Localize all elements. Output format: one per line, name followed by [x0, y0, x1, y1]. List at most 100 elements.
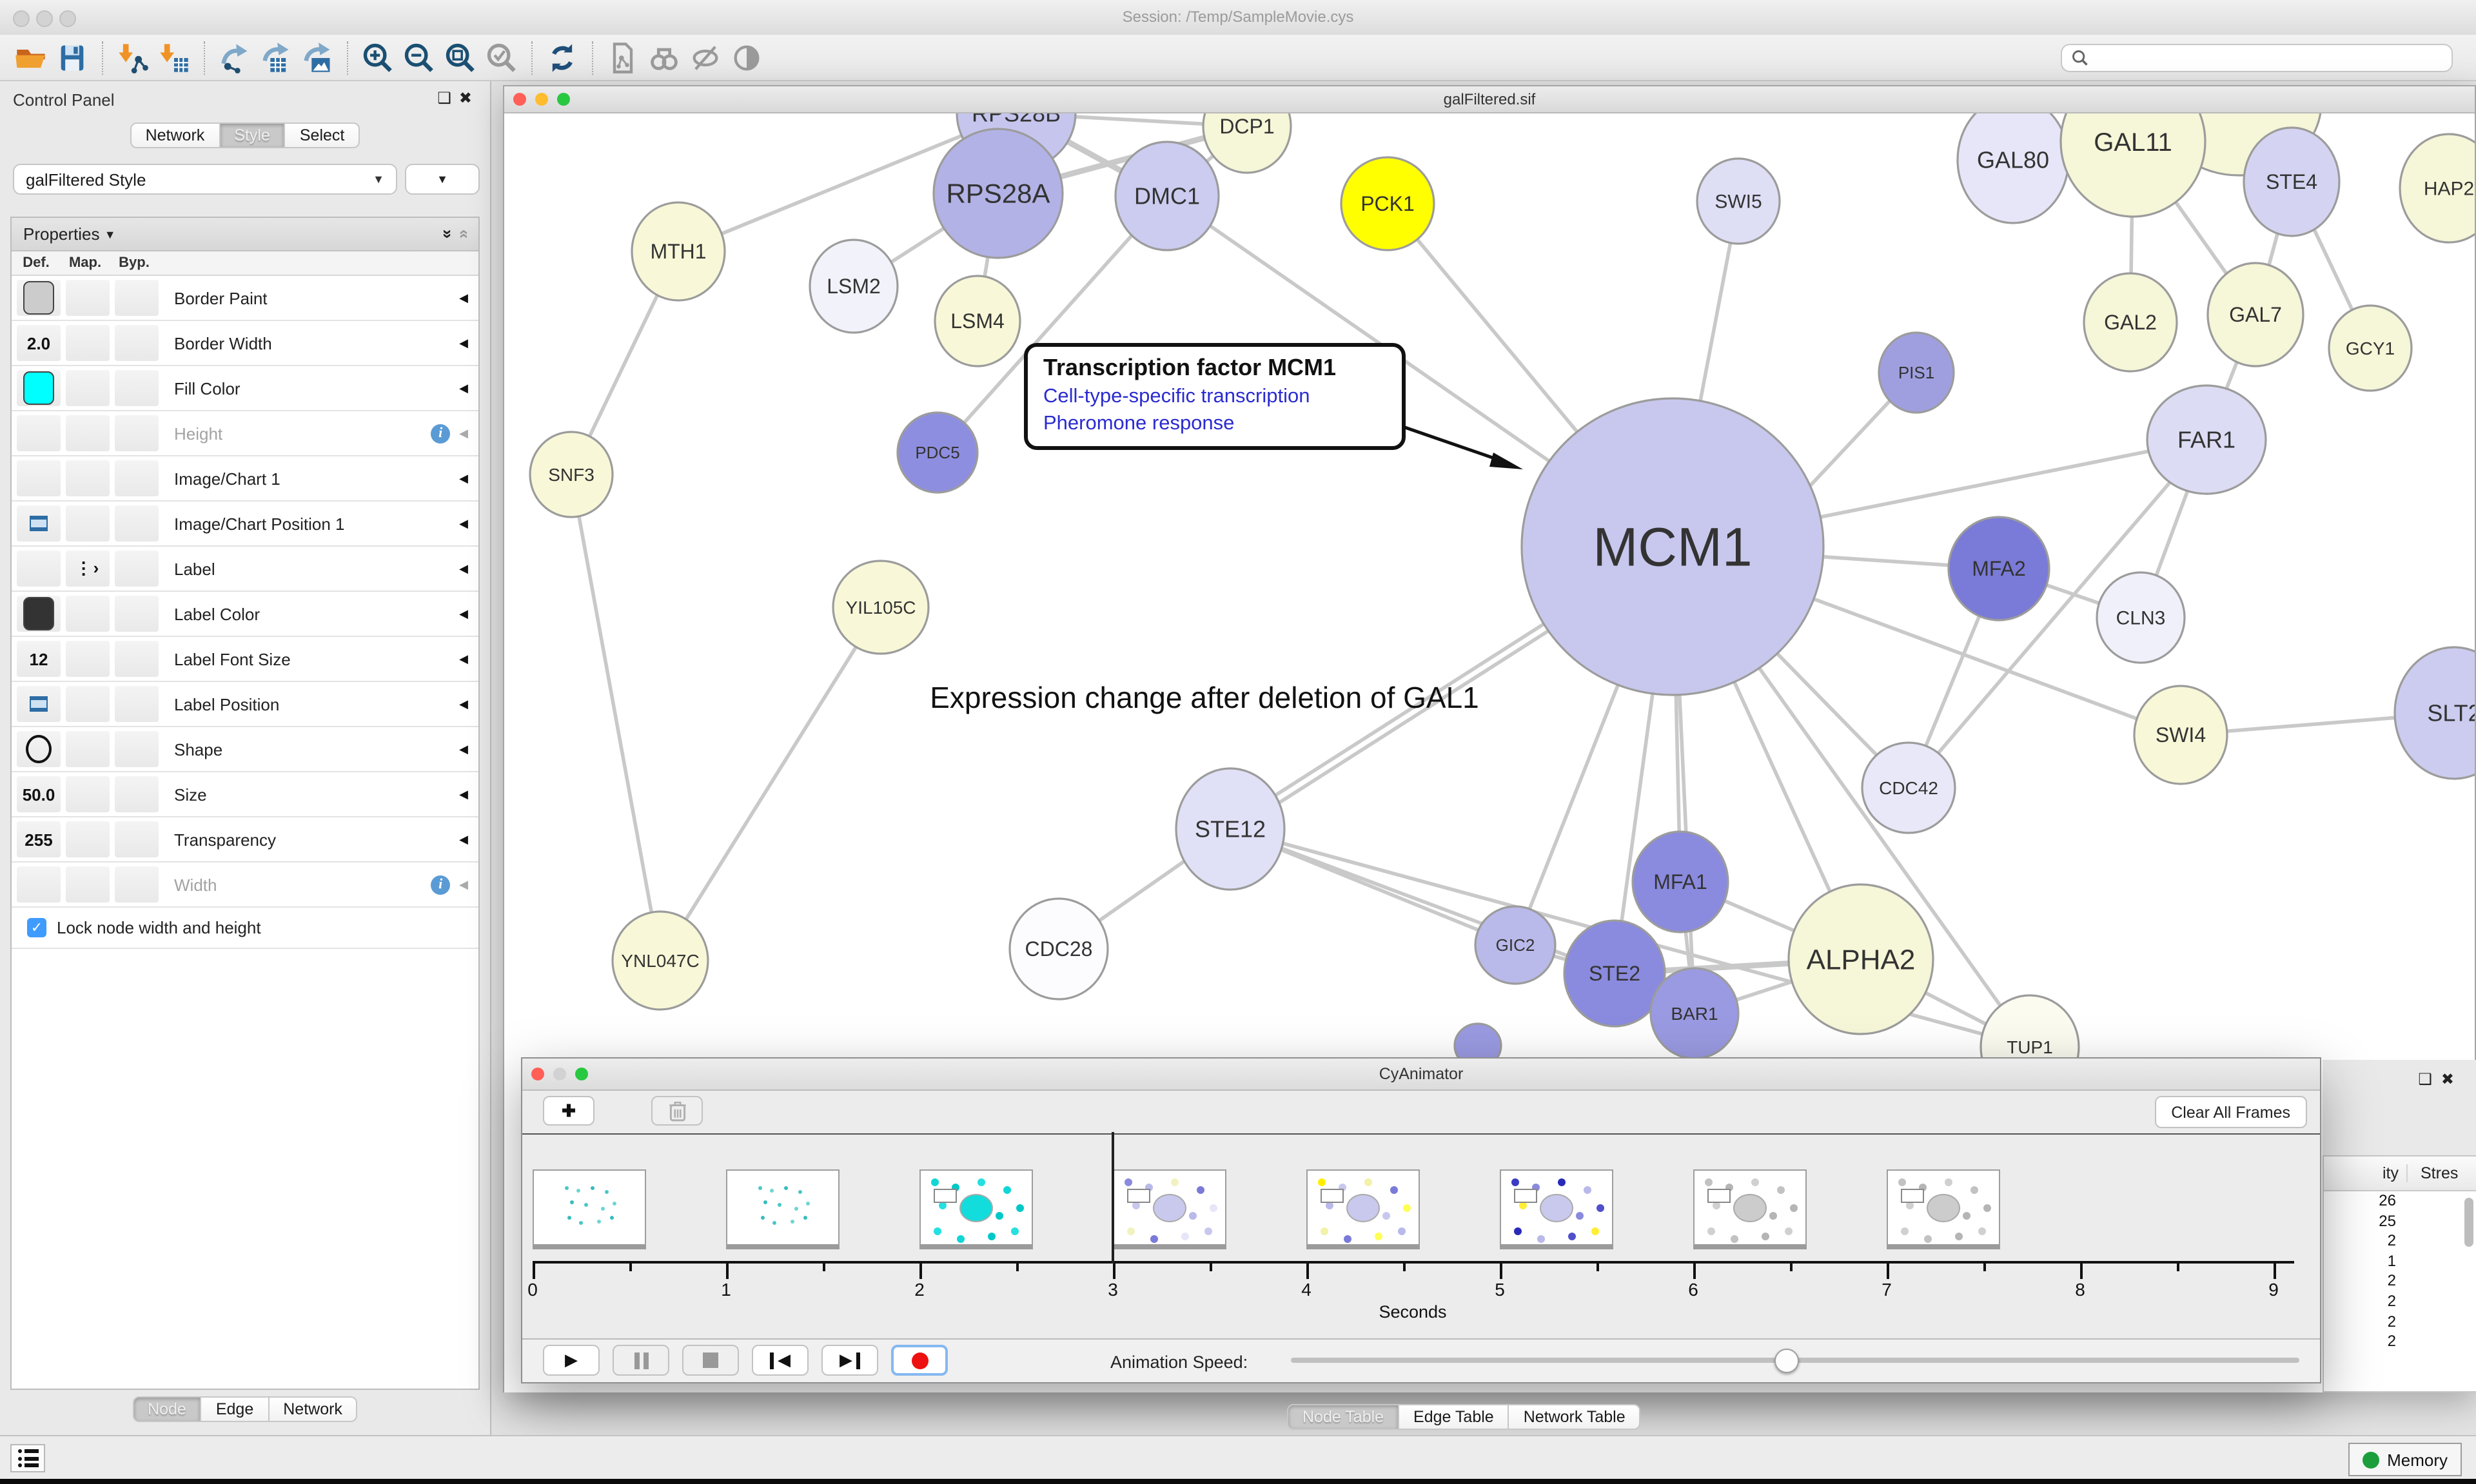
network-node-alpha2[interactable]: ALPHA2 — [1789, 884, 1933, 1034]
expand-row-icon[interactable] — [459, 697, 468, 711]
skip-to-end-button[interactable]: ▶ — [821, 1345, 878, 1376]
property-row-border-width[interactable]: 2.0Border Width — [12, 321, 478, 366]
skip-to-start-button[interactable]: ▶ — [752, 1345, 809, 1376]
property-cell[interactable] — [66, 460, 110, 496]
style-selector[interactable]: galFiltered Style ▼ — [13, 164, 397, 195]
property-row-label-color[interactable]: Label Color — [12, 592, 478, 637]
style-options-button[interactable]: ▼ — [405, 164, 480, 195]
timeline[interactable]: 0123456789Seconds — [522, 1135, 2320, 1341]
property-cell[interactable] — [115, 866, 159, 903]
refresh-icon[interactable] — [542, 38, 583, 77]
property-cell[interactable] — [66, 821, 110, 857]
expand-row-icon[interactable] — [459, 607, 468, 621]
property-cell[interactable] — [66, 776, 110, 812]
property-cell[interactable]: 2.0 — [17, 325, 61, 361]
property-row-image-chart-1[interactable]: Image/Chart 1 — [12, 456, 478, 502]
cyanimator-titlebar[interactable]: CyAnimator — [522, 1059, 2320, 1091]
network-node-yil105c[interactable]: YIL105C — [833, 561, 928, 654]
zoom-selected-icon[interactable] — [481, 38, 522, 77]
tab-style[interactable]: Style — [220, 122, 286, 148]
property-cell[interactable] — [115, 731, 159, 767]
timeline-playhead[interactable] — [1112, 1132, 1114, 1264]
annotation-link[interactable]: Pheromone response — [1043, 413, 1389, 436]
property-cell[interactable] — [66, 505, 110, 542]
open-session-icon[interactable] — [10, 38, 52, 77]
network-node-cln3[interactable]: CLN3 — [2097, 572, 2185, 663]
export-network-icon[interactable] — [214, 38, 255, 77]
network-node-mth1[interactable]: MTH1 — [632, 202, 725, 300]
expand-row-icon[interactable] — [459, 471, 468, 485]
property-cell[interactable] — [66, 325, 110, 361]
network-node-gal2[interactable]: GAL2 — [2084, 273, 2177, 371]
info-icon[interactable] — [431, 424, 450, 443]
animation-speed-slider[interactable] — [1291, 1358, 2299, 1363]
expand-row-icon[interactable] — [459, 742, 468, 756]
network-node-bar1[interactable]: BAR1 — [1651, 968, 1738, 1059]
zoom-out-icon[interactable] — [398, 38, 440, 77]
tab-network[interactable]: Network — [269, 1396, 358, 1422]
property-cell[interactable] — [66, 415, 110, 451]
property-cell[interactable] — [66, 866, 110, 903]
network-node-mcm1[interactable]: MCM1 — [1522, 398, 1823, 695]
expand-row-icon[interactable] — [459, 652, 468, 666]
network-window-titlebar[interactable]: galFiltered.sif — [504, 86, 2475, 113]
memory-button[interactable]: Memory — [2348, 1443, 2462, 1476]
property-cell[interactable]: 255 — [17, 821, 61, 857]
property-cell[interactable] — [17, 460, 61, 496]
import-table-icon[interactable] — [153, 38, 195, 77]
property-cell[interactable] — [66, 731, 110, 767]
network-node-pdc5[interactable]: PDC5 — [898, 413, 978, 493]
network-node-far1[interactable]: FAR1 — [2147, 386, 2266, 494]
property-cell[interactable] — [115, 821, 159, 857]
network-node-hap2[interactable]: HAP2 — [2400, 134, 2475, 242]
task-history-button[interactable] — [10, 1444, 45, 1472]
network-node-lsm4[interactable]: LSM4 — [935, 276, 1020, 366]
property-cell[interactable] — [17, 731, 61, 767]
tab-node[interactable]: Node — [132, 1396, 202, 1422]
network-node-dcp1[interactable]: DCP1 — [1203, 113, 1291, 173]
expand-row-icon[interactable] — [459, 787, 468, 801]
property-cell[interactable] — [17, 866, 61, 903]
keyframe-thumbnail-2[interactable] — [919, 1169, 1033, 1249]
property-row-label-font-size[interactable]: 12Label Font Size — [12, 637, 478, 682]
expand-row-icon[interactable] — [459, 426, 468, 440]
network-node-ynl047c[interactable]: YNL047C — [613, 912, 708, 1010]
property-cell[interactable] — [66, 641, 110, 677]
network-node-gal80[interactable]: GAL80 — [1958, 113, 2068, 223]
expand-row-icon[interactable] — [459, 516, 468, 531]
show-icon[interactable] — [726, 38, 767, 77]
record-button[interactable] — [891, 1345, 948, 1376]
keyframe-thumbnail-5[interactable] — [1500, 1169, 1613, 1249]
expand-row-icon[interactable] — [459, 381, 468, 395]
network-node-gcy1[interactable]: GCY1 — [2329, 306, 2412, 391]
network-node-cdc28[interactable]: CDC28 — [1010, 899, 1108, 999]
network-node-ste4[interactable]: STE4 — [2244, 128, 2339, 236]
keyframe-thumbnail-4[interactable] — [1306, 1169, 1420, 1249]
network-node-lsm2[interactable]: LSM2 — [810, 240, 898, 333]
tab-edge-table[interactable]: Edge Table — [1399, 1404, 1509, 1430]
network-node-gal7[interactable]: GAL7 — [2208, 263, 2303, 366]
property-cell[interactable] — [17, 686, 61, 722]
property-cell[interactable] — [17, 415, 61, 451]
network-node-swi4[interactable]: SWI4 — [2134, 686, 2227, 784]
property-cell[interactable] — [66, 596, 110, 632]
network-node-rps28a[interactable]: RPS28A — [934, 129, 1063, 258]
zoom-in-icon[interactable] — [357, 38, 398, 77]
network-node-gal11[interactable]: GAL11 — [2061, 113, 2205, 217]
save-session-icon[interactable] — [52, 38, 93, 77]
float-panel-icon[interactable]: ❑ — [2418, 1070, 2441, 1088]
hide-icon[interactable] — [685, 38, 726, 77]
play-button[interactable]: ▶ — [543, 1345, 600, 1376]
property-cell[interactable] — [66, 686, 110, 722]
table-scrollbar[interactable] — [2464, 1198, 2473, 1247]
expand-row-icon[interactable] — [459, 877, 468, 892]
network-node-ste12[interactable]: STE12 — [1176, 768, 1284, 890]
expand-row-icon[interactable] — [459, 291, 468, 305]
tab-network-table[interactable]: Network Table — [1509, 1404, 1641, 1430]
property-row-width[interactable]: Width — [12, 863, 478, 908]
property-cell[interactable] — [115, 505, 159, 542]
close-panel-icon[interactable]: ✖ — [459, 89, 480, 107]
network-node-pis1[interactable]: PIS1 — [1879, 333, 1954, 413]
property-cell[interactable] — [115, 370, 159, 406]
keyframe-thumbnail-3[interactable] — [1113, 1169, 1226, 1249]
